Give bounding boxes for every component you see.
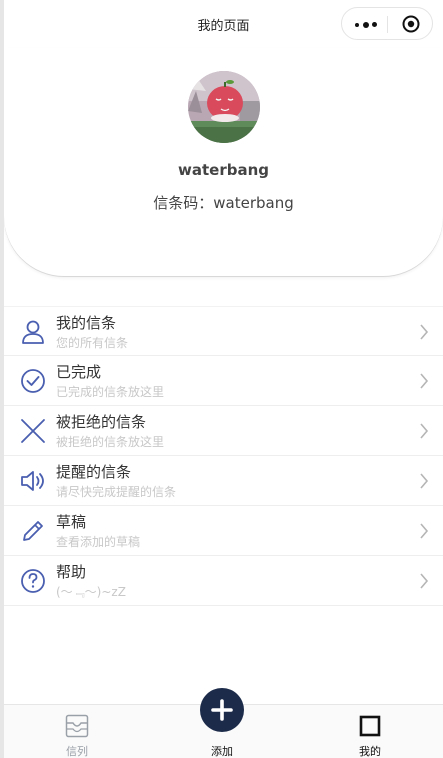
- menu-item-drafts[interactable]: 草稿 查看添加的草稿: [4, 506, 443, 556]
- menu-item-completed[interactable]: 已完成 已完成的信条放这里: [4, 356, 443, 406]
- menu-item-help[interactable]: 帮助 (～﹃～)~zZ: [4, 556, 443, 606]
- tab-mine[interactable]: 我的: [330, 705, 410, 758]
- chevron-right-icon: [420, 523, 429, 539]
- menu-item-title: 我的信条: [56, 314, 117, 332]
- profile-card: waterbang 信条码：waterbang: [4, 48, 443, 276]
- user-code-label: 信条码：: [153, 194, 214, 212]
- question-circle-icon: [21, 569, 45, 593]
- top-navbar: 我的页面: [4, 0, 443, 49]
- plus-icon: [211, 699, 233, 721]
- speaker-icon: [21, 471, 44, 491]
- menu-item-rejected[interactable]: 被拒绝的信条 被拒绝的信条放这里: [4, 406, 443, 456]
- tab-list[interactable]: 信列: [37, 705, 117, 758]
- more-icon[interactable]: [355, 22, 377, 28]
- tab-list-label: 信列: [66, 745, 88, 758]
- menu-item-title: 已完成: [56, 363, 102, 381]
- chevron-right-icon: [420, 373, 429, 389]
- chevron-right-icon: [420, 423, 429, 439]
- user-code-value: waterbang: [213, 194, 294, 212]
- check-circle-icon: [21, 369, 45, 393]
- x-icon: [21, 419, 45, 443]
- pencil-icon: [23, 521, 43, 541]
- menu-item-my-creeds[interactable]: 我的信条 您的所有信条: [4, 306, 443, 356]
- menu-item-subtitle: 查看添加的草稿: [56, 535, 141, 549]
- inbox-icon: [65, 714, 89, 738]
- menu-item-subtitle: (～﹃～)~zZ: [56, 585, 126, 599]
- page: 我的页面 waterbang 信条码：waterbang 我的信条 您的所有信条…: [4, 0, 443, 758]
- menu-item-title: 草稿: [56, 513, 87, 531]
- menu-item-subtitle: 您的所有信条: [56, 336, 129, 350]
- menu-item-title: 被拒绝的信条: [56, 413, 147, 431]
- menu-item-subtitle: 已完成的信条放这里: [56, 385, 165, 399]
- username: waterbang: [178, 161, 269, 179]
- chevron-right-icon: [420, 324, 429, 340]
- user-icon: [22, 320, 44, 344]
- chevron-right-icon: [420, 573, 429, 589]
- square-icon: [359, 715, 381, 737]
- add-button[interactable]: [200, 688, 244, 732]
- menu-item-title: 提醒的信条: [56, 463, 132, 481]
- user-code: 信条码：waterbang: [4, 192, 443, 213]
- menu-item-subtitle: 被拒绝的信条放这里: [56, 435, 165, 449]
- close-target-icon[interactable]: [402, 15, 420, 33]
- menu-list: 我的信条 您的所有信条 已完成 已完成的信条放这里 被拒绝的信条 被拒绝的信条放…: [4, 306, 443, 606]
- menu-item-title: 帮助: [56, 563, 87, 581]
- menu-item-reminded[interactable]: 提醒的信条 请尽快完成提醒的信条: [4, 456, 443, 506]
- capsule-divider: [387, 16, 388, 33]
- menu-item-subtitle: 请尽快完成提醒的信条: [56, 485, 177, 499]
- tab-mine-label: 我的: [359, 745, 381, 758]
- avatar[interactable]: [188, 71, 260, 143]
- tab-add-label: 添加: [211, 745, 233, 758]
- chevron-right-icon: [420, 473, 429, 489]
- miniprogram-capsule: [341, 7, 433, 40]
